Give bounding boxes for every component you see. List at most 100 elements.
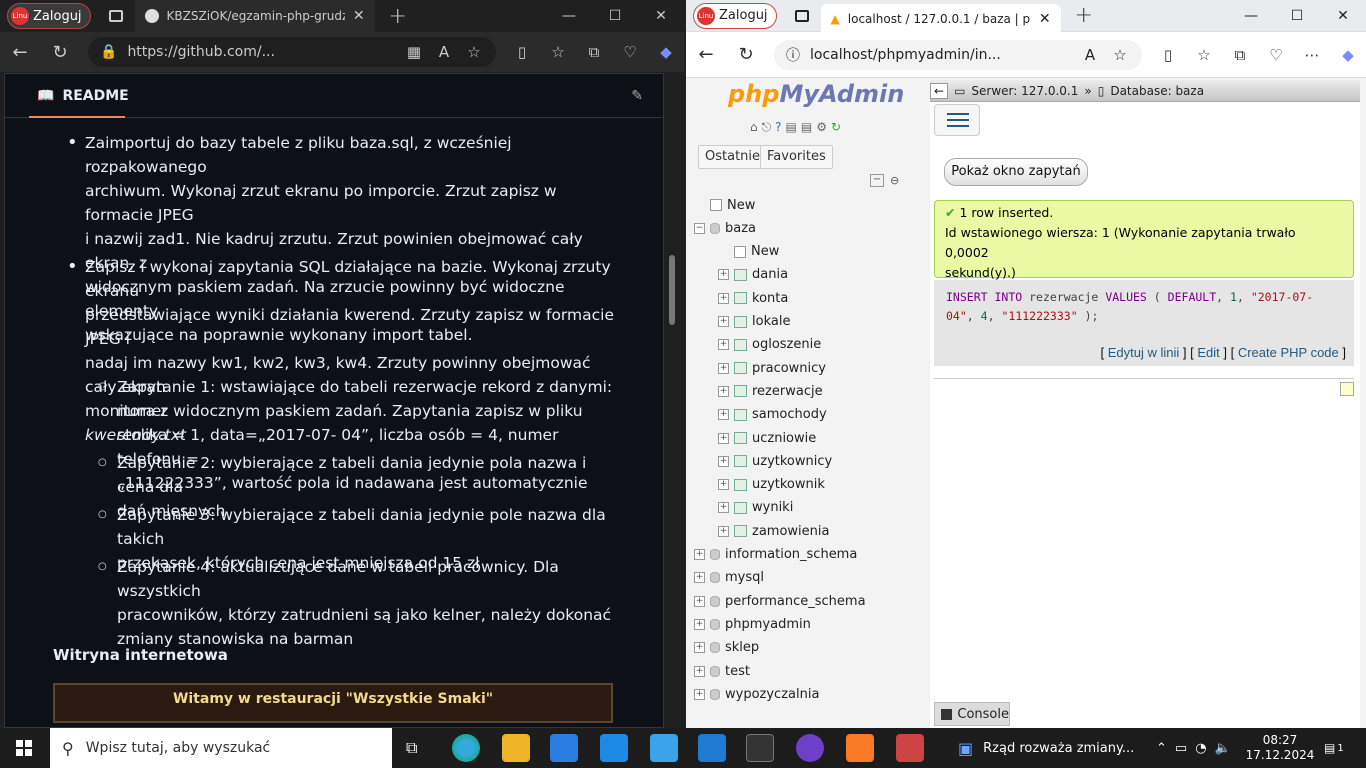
tree-label[interactable]: wyniki [752, 500, 793, 515]
minimize-icon[interactable]: — [546, 8, 592, 24]
console-button[interactable]: Console [934, 702, 1010, 726]
tree-label[interactable]: konta [752, 291, 788, 306]
more-icon[interactable]: ⋯ [1302, 46, 1322, 64]
tree-label[interactable]: ogloszenie [752, 337, 821, 352]
tree-database[interactable]: + wypozyczalnia [694, 683, 819, 705]
tree-label[interactable]: New [727, 198, 755, 213]
photos-icon[interactable] [650, 734, 678, 762]
favorites-icon[interactable]: ☆ [1194, 46, 1214, 64]
read-aloud-icon[interactable]: A [434, 43, 454, 61]
close-window-icon[interactable]: ✕ [1320, 8, 1366, 24]
expand-icon[interactable]: + [718, 269, 729, 281]
xampp-icon[interactable] [846, 734, 874, 762]
task-view-icon[interactable]: ⧉ [406, 738, 417, 758]
expand-icon[interactable]: + [718, 502, 729, 514]
expand-icon[interactable]: + [694, 665, 705, 677]
tree-table[interactable]: + konta [718, 287, 788, 309]
favorite-star-icon[interactable]: ☆ [464, 43, 484, 61]
wifi-icon[interactable]: ◔ [1195, 741, 1206, 756]
new-tab-icon[interactable]: + [1075, 3, 1093, 28]
tree-label[interactable]: test [725, 664, 750, 679]
tab-actions-icon[interactable] [108, 10, 123, 22]
settings-gear-icon[interactable]: ⚙ [816, 120, 827, 135]
tree-table[interactable]: + dania [718, 264, 788, 286]
vscode-icon[interactable] [698, 734, 726, 762]
maximize-icon[interactable]: ☐ [1274, 8, 1320, 24]
profile-button[interactable]: Linu Zaloguj [693, 2, 777, 29]
tree-database[interactable]: + mysql [694, 567, 764, 589]
expand-icon[interactable]: − [694, 222, 705, 234]
tab-phpmyadmin[interactable]: ▲ localhost / 127.0.0.1 / baza | php ✕ [820, 3, 1061, 34]
tree-new[interactable]: New [694, 194, 755, 216]
chevron-up-icon[interactable]: ⌃ [1156, 741, 1167, 756]
favorite-star-icon[interactable]: ☆ [1110, 46, 1130, 64]
tree-new[interactable]: New [718, 241, 779, 263]
tree-label[interactable]: mysql [725, 570, 764, 585]
expand-icon[interactable]: + [718, 525, 729, 537]
split-screen-icon[interactable]: ▯ [512, 43, 532, 61]
tree-table[interactable]: + rezerwacje [718, 380, 823, 402]
windows-start-icon[interactable] [16, 740, 32, 756]
docs-icon[interactable]: ▤ [786, 120, 797, 135]
tree-label[interactable]: New [751, 244, 779, 259]
clock[interactable]: 08:27 17.12.2024 [1246, 728, 1315, 768]
network-icon[interactable]: ▭ [1175, 741, 1187, 756]
create-php-link[interactable]: Create PHP code [1238, 345, 1339, 360]
expand-icon[interactable]: + [718, 479, 729, 491]
back-icon[interactable]: ← [694, 44, 718, 65]
notifications-button[interactable]: ▤ 1 [1324, 728, 1344, 768]
tab-github[interactable]: KBZSZiOK/egzamin-php-grudzie ✕ [134, 0, 375, 32]
tree-table[interactable]: + samochody [718, 404, 827, 426]
url-field[interactable]: ⓘ localhost/phpmyadmin/in... A ☆ [774, 39, 1142, 70]
expand-icon[interactable]: + [694, 618, 705, 630]
url-field[interactable]: 🔒 https://github.com/... ▦ A ☆ [88, 37, 496, 67]
collapse-nav-icon[interactable]: ← [930, 82, 949, 99]
edge-icon[interactable] [452, 734, 480, 762]
performance-icon[interactable]: ♡ [1266, 46, 1286, 64]
read-aloud-icon[interactable]: A [1080, 46, 1100, 64]
tree-database[interactable]: + performance_schema [694, 590, 866, 612]
minimize-icon[interactable]: — [1228, 8, 1274, 24]
crumb-server[interactable]: Serwer: 127.0.0.1 [971, 84, 1078, 98]
mysql-workbench-icon[interactable] [896, 734, 924, 762]
tree-database[interactable]: + sklep [694, 637, 759, 659]
tree-database[interactable]: + phpmyadmin [694, 613, 811, 635]
scrollbar-thumb[interactable] [669, 255, 675, 325]
expand-icon[interactable]: + [718, 292, 729, 304]
mail-icon[interactable] [600, 734, 628, 762]
edit-link[interactable]: Edit [1197, 345, 1219, 360]
crumb-database[interactable]: Database: baza [1110, 84, 1204, 98]
scrollbar[interactable] [666, 73, 678, 728]
tree-table[interactable]: + wyniki [718, 497, 793, 519]
expand-icon[interactable]: + [718, 316, 729, 327]
tree-label[interactable]: sklep [725, 640, 759, 655]
edit-inline-link[interactable]: Edytuj w linii [1108, 345, 1180, 360]
expand-icon[interactable]: + [718, 409, 729, 421]
tab-favorites[interactable]: Favorites [760, 145, 833, 169]
tab-recent[interactable]: Ostatnie [698, 145, 768, 169]
logout-icon[interactable]: ⎋ [762, 120, 772, 135]
expand-icon[interactable]: + [718, 432, 729, 444]
tree-label[interactable]: samochody [752, 407, 827, 422]
split-screen-icon[interactable]: ▯ [1158, 46, 1178, 64]
copilot-icon[interactable]: ◆ [1338, 46, 1358, 64]
tab-actions-icon[interactable] [794, 9, 809, 22]
tree-table[interactable]: + uzytkownik [718, 474, 825, 496]
performance-icon[interactable]: ♡ [620, 43, 640, 61]
tree-label[interactable]: lokale [752, 314, 790, 329]
volume-mute-icon[interactable]: 🔈 [1215, 741, 1231, 756]
apps-icon[interactable]: ▦ [404, 43, 424, 61]
tree-table[interactable]: + zamowienia [718, 520, 829, 542]
expand-icon[interactable]: + [718, 362, 729, 374]
tree-database[interactable]: + information_schema [694, 544, 857, 566]
store-icon[interactable] [550, 734, 578, 762]
close-icon[interactable]: ✕ [353, 8, 365, 24]
copilot-icon[interactable]: ◆ [656, 43, 676, 61]
tree-table[interactable]: + uzytkownicy [718, 450, 832, 472]
link-icon[interactable]: ⊖ [890, 174, 899, 187]
file-explorer-icon[interactable] [502, 734, 530, 762]
tree-label[interactable]: baza [725, 221, 756, 236]
tree-table[interactable]: + uczniowie [718, 427, 816, 449]
expand-icon[interactable]: + [718, 339, 729, 351]
tree-database[interactable]: + test [694, 660, 750, 682]
